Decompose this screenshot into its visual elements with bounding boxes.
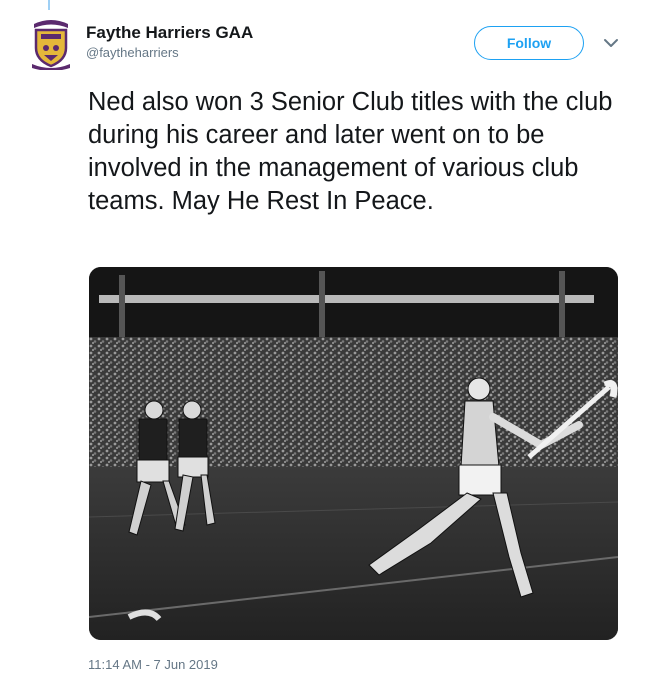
thread-connector: [48, 0, 50, 10]
account-names[interactable]: Faythe Harriers GAA @faytheharriers: [86, 22, 253, 62]
tweet-header: Faythe Harriers GAA @faytheharriers Foll…: [30, 18, 630, 74]
tweet-timestamp[interactable]: 11:14 AM - 7 Jun 2019: [88, 657, 218, 672]
tweet-text: Ned also won 3 Senior Club titles with t…: [88, 88, 613, 215]
club-crest-icon: [32, 20, 70, 71]
avatar[interactable]: [30, 18, 72, 71]
tweet-photo[interactable]: [89, 267, 618, 640]
account-handle[interactable]: @faytheharriers: [86, 44, 253, 62]
follow-button[interactable]: Follow: [474, 26, 584, 60]
hurling-match-photo: [89, 267, 618, 640]
display-name[interactable]: Faythe Harriers GAA: [86, 22, 253, 44]
chevron-down-icon[interactable]: [602, 34, 620, 52]
